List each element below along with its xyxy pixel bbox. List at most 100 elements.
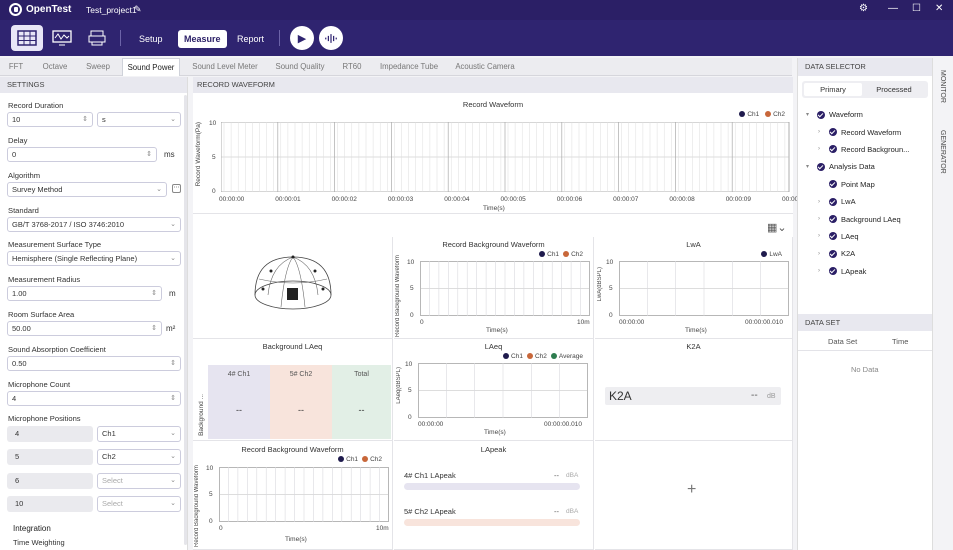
minimize-icon[interactable]: — bbox=[888, 3, 898, 14]
stepper-icon[interactable]: ⇕ bbox=[146, 148, 152, 161]
expand-toggle-icon[interactable]: › bbox=[818, 233, 826, 239]
settings-gear-icon[interactable]: ⚙ bbox=[859, 3, 868, 14]
side-tab-monitor[interactable]: MONITOR bbox=[939, 70, 946, 103]
mic-position-channel-select[interactable]: Select ⌄ bbox=[97, 496, 181, 512]
time-weighting-label: Time Weighting bbox=[13, 538, 65, 547]
mic-position-channel-select[interactable]: Ch2 ⌄ bbox=[97, 449, 181, 465]
surface-type-label: Measurement Surface Type bbox=[8, 240, 102, 249]
algorithm-info-icon[interactable]: ⋯ bbox=[172, 184, 181, 193]
expand-toggle-icon[interactable]: ▾ bbox=[806, 111, 814, 118]
play-icon[interactable]: ▶ bbox=[290, 26, 314, 50]
expand-toggle-icon[interactable]: › bbox=[818, 268, 826, 274]
hardware-device-icon[interactable] bbox=[81, 25, 113, 51]
standard-select[interactable]: GB/T 3768-2017 / ISO 3746:2010 ⌄ bbox=[7, 217, 181, 232]
tab-fft[interactable]: FFT bbox=[4, 58, 28, 76]
y-tick: 10 bbox=[606, 259, 614, 266]
checkbox-checked-icon[interactable] bbox=[829, 267, 837, 276]
dataset-col-time: Time bbox=[892, 337, 909, 346]
tab-sound-quality[interactable]: Sound Quality bbox=[270, 58, 330, 76]
record-audio-icon[interactable] bbox=[319, 26, 343, 50]
edit-project-icon[interactable]: ✎ bbox=[134, 4, 142, 15]
mic-count-input[interactable]: 4 ⇕ bbox=[7, 391, 181, 406]
tree-item[interactable]: › Record Waveform bbox=[806, 123, 931, 140]
legend-label: Ch2 bbox=[370, 456, 382, 463]
layout-grid-icon[interactable]: ▦⌄ bbox=[767, 221, 787, 234]
checkbox-checked-icon[interactable] bbox=[829, 180, 837, 189]
expand-toggle-icon[interactable]: › bbox=[818, 129, 826, 135]
expand-toggle-icon[interactable]: › bbox=[818, 216, 826, 222]
radius-input[interactable]: 1.00 ⇕ bbox=[7, 286, 162, 301]
tab-rt60[interactable]: RT60 bbox=[338, 58, 366, 76]
report-menu[interactable]: Report bbox=[231, 30, 270, 48]
tree-item[interactable]: › LAeq bbox=[806, 228, 931, 245]
x-tick: 00:00:00.010 bbox=[745, 319, 783, 326]
settings-scrollbar[interactable] bbox=[184, 95, 187, 545]
record-duration-input[interactable]: 10 ⇕ bbox=[7, 112, 93, 127]
mic-position-channel-select[interactable]: Select ⌄ bbox=[97, 473, 181, 489]
tree-item[interactable]: Point Map bbox=[806, 176, 931, 193]
legend-swatch bbox=[503, 353, 510, 359]
data-tree: ▾ Waveform › Record Waveform › Record Backgro… bbox=[806, 106, 931, 280]
side-tab-generator[interactable]: GENERATOR bbox=[939, 130, 946, 174]
measure-menu[interactable]: Measure bbox=[178, 30, 227, 48]
expand-toggle-icon[interactable]: › bbox=[818, 251, 826, 257]
chevron-down-icon: ⌄ bbox=[170, 221, 176, 228]
expand-toggle-icon[interactable]: ▾ bbox=[806, 163, 814, 170]
legend-label: Ch1 bbox=[747, 111, 760, 118]
tree-item[interactable]: ▾ Waveform bbox=[806, 106, 931, 123]
record-duration-unit-select[interactable]: s ⌄ bbox=[97, 112, 181, 127]
checkbox-checked-icon[interactable] bbox=[829, 145, 837, 154]
monitor-waveform-icon[interactable] bbox=[46, 25, 78, 51]
tree-item[interactable]: ▾ Analysis Data bbox=[806, 158, 931, 175]
checkbox-checked-icon[interactable] bbox=[817, 110, 825, 119]
tree-item-label: Point Map bbox=[841, 179, 875, 189]
tree-item[interactable]: › Record Backgroun... bbox=[806, 141, 931, 158]
tab-sound-power[interactable]: Sound Power bbox=[122, 58, 180, 76]
grid-layout-icon[interactable] bbox=[11, 25, 43, 51]
tab-processed[interactable]: Processed bbox=[864, 83, 924, 96]
stepper-icon[interactable]: ⇕ bbox=[170, 357, 176, 370]
stepper-icon[interactable]: ⇕ bbox=[170, 392, 176, 405]
delay-input[interactable]: 0 ⇕ bbox=[7, 147, 157, 162]
checkbox-checked-icon[interactable] bbox=[817, 162, 825, 171]
expand-toggle-icon[interactable]: › bbox=[818, 199, 826, 205]
algorithm-select[interactable]: Survey Method ⌄ bbox=[7, 182, 167, 197]
bg-laeq-col-value: -- bbox=[236, 405, 242, 415]
area-input[interactable]: 50.00 ⇕ bbox=[7, 321, 162, 336]
tab-sweep[interactable]: Sweep bbox=[80, 58, 116, 76]
tab-impedance-tube[interactable]: Impedance Tube bbox=[374, 58, 444, 76]
tree-item[interactable]: › LApeak bbox=[806, 263, 931, 280]
close-icon[interactable]: ✕ bbox=[935, 3, 943, 14]
tab-primary[interactable]: Primary bbox=[804, 83, 862, 96]
x-tick: 00:00:01 bbox=[275, 196, 301, 203]
checkbox-checked-icon[interactable] bbox=[829, 232, 837, 241]
x-tick-row: 00:00:00 00:00:01 00:00:02 00:00:03 00:00:04… bbox=[219, 196, 807, 206]
tab-sound-level-meter[interactable]: Sound Level Meter bbox=[187, 58, 263, 76]
mic-position-channel-select[interactable]: Ch1 ⌄ bbox=[97, 426, 181, 442]
add-chart-icon[interactable]: + bbox=[687, 481, 696, 499]
tree-item[interactable]: › K2A bbox=[806, 245, 931, 262]
surface-type-select[interactable]: Hemisphere (Single Reflecting Plane) ⌄ bbox=[7, 251, 181, 266]
checkbox-checked-icon[interactable] bbox=[829, 197, 837, 206]
dataset-empty: No Data bbox=[851, 365, 879, 374]
maximize-icon[interactable]: ☐ bbox=[912, 3, 921, 14]
checkbox-checked-icon[interactable] bbox=[829, 128, 837, 137]
tree-item[interactable]: › LwA bbox=[806, 193, 931, 210]
tree-item[interactable]: › Background LAeq bbox=[806, 210, 931, 227]
checkbox-checked-icon[interactable] bbox=[829, 249, 837, 258]
tab-acoustic-camera[interactable]: Acoustic Camera bbox=[450, 58, 520, 76]
checkbox-checked-icon[interactable] bbox=[829, 215, 837, 224]
legend-swatch bbox=[550, 353, 557, 359]
x-tick: 00:00:04 bbox=[444, 196, 470, 203]
expand-toggle-icon[interactable]: › bbox=[818, 146, 826, 152]
stepper-icon[interactable]: ⇕ bbox=[82, 113, 88, 126]
y-tick: 10 bbox=[407, 259, 415, 266]
chart-legend: Ch1 Ch2 bbox=[334, 456, 382, 463]
absorption-input[interactable]: 0.50 ⇕ bbox=[7, 356, 181, 371]
section-title: RECORD WAVEFORM bbox=[193, 77, 793, 93]
tab-octave[interactable]: Octave bbox=[36, 58, 74, 76]
stepper-icon[interactable]: ⇕ bbox=[151, 287, 157, 300]
setup-menu[interactable]: Setup bbox=[133, 30, 169, 48]
stepper-icon[interactable]: ⇕ bbox=[151, 322, 157, 335]
x-tick: 10m bbox=[577, 319, 590, 326]
